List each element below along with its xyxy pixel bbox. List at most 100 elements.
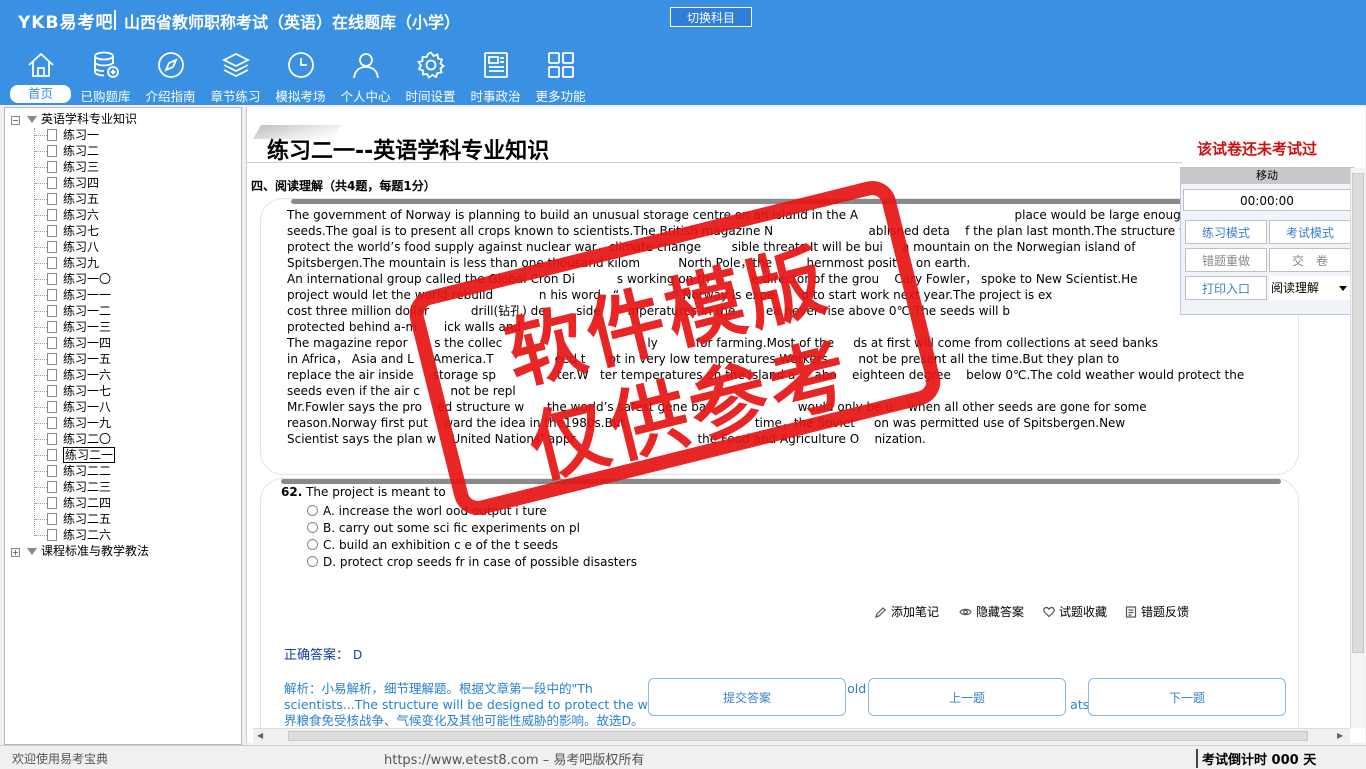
tree-item[interactable]: 练习三 xyxy=(47,159,99,175)
answer-value: D xyxy=(353,648,363,662)
tree-item-label: 练习五 xyxy=(63,192,100,206)
user-icon xyxy=(353,53,379,79)
tree-guide-line xyxy=(35,247,47,248)
option-d[interactable]: D. protect crop seeds fr in case of poss… xyxy=(307,554,637,570)
option-a[interactable]: A. increase the worl ood output i ture xyxy=(307,503,547,519)
option-b[interactable]: B. carry out some sci fic experiments on… xyxy=(307,520,580,536)
tree-collapse-toggle[interactable]: − xyxy=(11,116,20,125)
brand-logo: YKB易考吧 xyxy=(18,13,114,33)
print-button[interactable]: 打印入口 xyxy=(1185,276,1267,300)
tree-item[interactable]: 练习二 xyxy=(47,143,99,159)
tree-item[interactable]: 练习一三 xyxy=(47,319,111,335)
tree-item[interactable]: 练习七 xyxy=(47,223,99,239)
nav-home[interactable]: 首页 xyxy=(8,50,73,104)
tree-item[interactable]: 练习九 xyxy=(47,255,99,271)
card-topbar xyxy=(281,479,1281,484)
tree-item[interactable]: 练习一五 xyxy=(47,351,111,367)
add-note-button[interactable]: 添加笔记 xyxy=(875,603,939,620)
tree-item[interactable]: 练习二三 xyxy=(47,479,111,495)
horizontal-scroll-thumb[interactable] xyxy=(288,731,1308,741)
pencil-icon xyxy=(875,607,886,618)
tree-guide-line xyxy=(35,487,47,488)
submit-paper-button[interactable]: 交 卷 xyxy=(1269,248,1351,272)
tree-guide-line xyxy=(35,391,47,392)
tree-item[interactable]: 练习五 xyxy=(47,191,99,207)
favorite-button[interactable]: 试题收藏 xyxy=(1043,603,1107,620)
nav-label: 个人中心 xyxy=(340,89,391,104)
nav-label: 更多功能 xyxy=(535,89,586,104)
prev-question-button[interactable]: 上一题 xyxy=(868,678,1066,716)
nav-guide[interactable]: 介绍指南 xyxy=(138,50,203,104)
radio-icon[interactable] xyxy=(307,505,318,516)
tree-root-english[interactable]: 英语学科专业知识 xyxy=(27,111,137,127)
option-c[interactable]: C. build an exhibition c e of the t seed… xyxy=(307,537,558,553)
tree-item[interactable]: 练习一二 xyxy=(47,303,111,319)
nav-more[interactable]: 更多功能 xyxy=(528,50,593,104)
status-bar: 欢迎使用易考宝典 https://www.etest8.com – 易考吧版权所… xyxy=(0,745,1366,769)
tree-item-label: 练习一五 xyxy=(63,352,112,366)
horizontal-scrollbar[interactable]: ◀ ▶ xyxy=(253,728,1350,743)
radio-icon[interactable] xyxy=(307,522,318,533)
tree-guide-line xyxy=(35,375,47,376)
tree-item[interactable]: 练习一一 xyxy=(47,287,111,303)
nav-time-settings[interactable]: 时间设置 xyxy=(398,50,463,104)
scroll-right-icon[interactable]: ▶ xyxy=(1337,731,1343,740)
tree-item[interactable]: 练习一九 xyxy=(47,415,111,431)
tree-item[interactable]: 练习一 xyxy=(47,127,99,143)
next-question-button[interactable]: 下一题 xyxy=(1088,678,1286,716)
option-text: C. build an exhibition c e of the t seed… xyxy=(323,538,558,552)
document-icon xyxy=(47,129,57,141)
brand-separator xyxy=(114,10,116,30)
vertical-scrollbar[interactable] xyxy=(1350,168,1365,728)
tree-item[interactable]: 练习一六 xyxy=(47,367,111,383)
tree-item[interactable]: 练习二一 xyxy=(47,447,116,463)
tree-item[interactable]: 练习一七 xyxy=(47,383,111,399)
tree-item[interactable]: 练习八 xyxy=(47,239,99,255)
radio-icon[interactable] xyxy=(307,556,318,567)
passage-line: in Africa， Asia and L America.T eed t pt… xyxy=(287,352,1120,366)
tree-item[interactable]: 练习一〇 xyxy=(47,271,111,287)
switch-subject-button[interactable]: 切换科目 xyxy=(670,7,752,27)
nav-chapter[interactable]: 章节练习 xyxy=(203,50,268,104)
nav-mock-exam[interactable]: 模拟考场 xyxy=(268,50,333,104)
practice-mode-button[interactable]: 练习模式 xyxy=(1185,220,1267,244)
tree-item[interactable]: 练习一四 xyxy=(47,335,111,351)
nav-personal[interactable]: 个人中心 xyxy=(333,50,398,104)
hide-answer-button[interactable]: 隐藏答案 xyxy=(959,603,1024,620)
app-title: 山西省教师职称考试（英语）在线题库（小学） xyxy=(124,13,461,32)
tree-guide-line xyxy=(35,439,47,440)
submit-answer-button[interactable]: 提交答案 xyxy=(648,678,846,716)
nav-politics[interactable]: 时事政治 xyxy=(463,50,528,104)
document-icon xyxy=(47,369,57,381)
tree-item[interactable]: 练习四 xyxy=(47,175,99,191)
scroll-left-icon[interactable]: ◀ xyxy=(257,731,263,740)
document-icon xyxy=(47,401,57,413)
document-icon xyxy=(47,289,57,301)
tree-item[interactable]: 练习二二 xyxy=(47,463,111,479)
countdown-text: 考试倒计时 000 天 xyxy=(1196,749,1316,768)
redo-wrong-button[interactable]: 错题重做 xyxy=(1185,248,1267,272)
vertical-scroll-thumb[interactable] xyxy=(1352,173,1364,653)
tree-item[interactable]: 练习二四 xyxy=(47,495,111,511)
tree-item[interactable]: 练习一八 xyxy=(47,399,111,415)
tree-item[interactable]: 练习六 xyxy=(47,207,99,223)
home-icon xyxy=(28,52,54,77)
error-feedback-button[interactable]: 错题反馈 xyxy=(1125,603,1189,620)
tree-item[interactable]: 练习二六 xyxy=(47,527,111,543)
passage-line: An international group called the Global… xyxy=(287,272,1138,286)
tree-item[interactable]: 练习二〇 xyxy=(47,431,111,447)
tree-root-curriculum[interactable]: 课程标准与教学教法 xyxy=(27,543,149,559)
nav-purchased[interactable]: 已购题库 xyxy=(73,50,138,104)
tree-item[interactable]: 练习二五 xyxy=(47,511,111,527)
radio-icon[interactable] xyxy=(307,539,318,550)
question-type-select[interactable]: 阅读理解 xyxy=(1269,276,1351,300)
tree-guide-line xyxy=(35,471,47,472)
tree-item-label: 练习八 xyxy=(63,240,100,254)
document-icon xyxy=(47,273,57,285)
tree-expand-toggle[interactable]: + xyxy=(11,548,20,557)
panel-drag-handle[interactable]: 移动 xyxy=(1181,168,1353,184)
exam-mode-button[interactable]: 考试模式 xyxy=(1269,220,1351,244)
card-topbar xyxy=(291,199,1298,204)
question-stem: 62. The project is meant to xyxy=(281,485,446,499)
tree-item-label: 练习一 xyxy=(63,128,100,142)
